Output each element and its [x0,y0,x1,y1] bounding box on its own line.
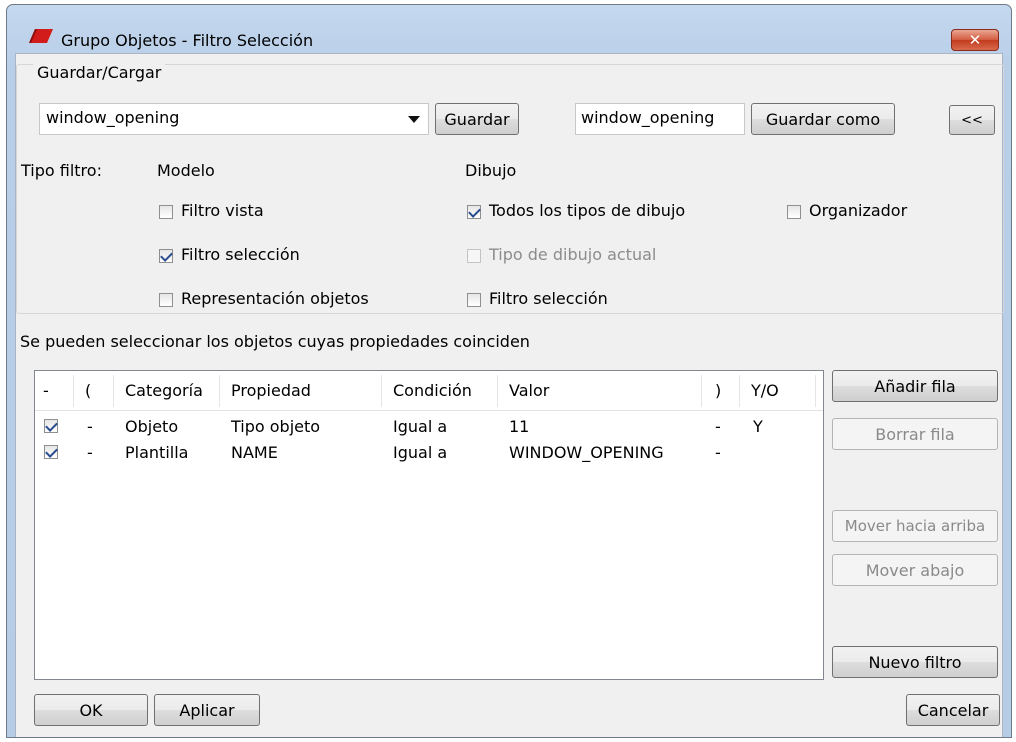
drawing-selection-filter-label: Filtro selección [489,289,608,308]
row-checkbox[interactable] [44,445,58,459]
filter-type-label: Tipo filtro: [21,161,102,180]
cell-property: NAME [231,443,278,462]
view-filter-checkbox[interactable] [159,205,173,219]
all-drawing-types-label: Todos los tipos de dibujo [489,201,686,220]
group-legend: Guardar/Cargar [33,63,166,82]
save-button[interactable]: Guardar [435,103,519,135]
move-up-button[interactable]: Mover hacia arriba [832,510,998,542]
column-header[interactable]: - [43,381,49,400]
app-logo-icon [29,29,53,43]
dialog-body: Guardar/Cargar window_opening Guardar wi… [15,53,1004,737]
cell-and-or: Y [753,417,763,436]
saved-filter-combo[interactable]: window_opening [39,103,429,135]
cell-category: Objeto [125,417,179,436]
save-load-group: Guardar/Cargar window_opening Guardar wi… [16,63,1004,314]
selection-filter-label: Filtro selección [181,245,300,264]
cell-close: - [715,417,721,436]
column-header[interactable]: Valor [509,381,549,400]
column-header[interactable]: ( [85,381,91,400]
table-row[interactable]: - Plantilla NAME Igual a WINDOW_OPENING … [35,441,823,467]
selection-filter-checkbox[interactable] [159,249,173,263]
dialog-window: Grupo Objetos - Filtro Selección ✕ Guard… [6,4,1012,738]
object-representation-label: Representación objetos [181,289,369,308]
collapse-button[interactable]: << [949,105,995,135]
column-header[interactable]: Propiedad [231,381,311,400]
save-as-button[interactable]: Guardar como [751,103,895,135]
column-header[interactable]: Y/O [751,381,779,400]
row-checkbox[interactable] [44,419,58,433]
organizer-label: Organizador [809,201,908,220]
rules-caption: Se pueden seleccionar los objetos cuyas … [20,332,530,351]
cell-close: - [715,443,721,462]
add-row-button[interactable]: Añadir fila [832,370,998,402]
current-drawing-type-checkbox[interactable] [467,249,481,263]
close-icon: ✕ [968,31,982,49]
delete-row-button[interactable]: Borrar fila [832,418,998,450]
cell-open: - [87,443,93,462]
combo-value: window_opening [46,108,180,127]
new-filter-button[interactable]: Nuevo filtro [832,646,998,678]
cell-property: Tipo objeto [231,417,321,436]
model-heading: Modelo [157,161,215,180]
column-header[interactable]: Condición [393,381,472,400]
cell-value: 11 [509,417,530,436]
view-filter-label: Filtro vista [181,201,264,220]
object-representation-checkbox[interactable] [159,293,173,307]
cell-condition: Igual a [393,417,448,436]
cancel-button[interactable]: Cancelar [906,694,1000,726]
apply-button[interactable]: Aplicar [154,694,260,726]
drawing-selection-filter-checkbox[interactable] [467,293,481,307]
filter-name-field[interactable]: window_opening [575,103,745,135]
close-button[interactable]: ✕ [951,29,999,51]
all-drawing-types-checkbox[interactable] [467,205,481,219]
window-title: Grupo Objetos - Filtro Selección [61,31,314,50]
rules-table[interactable]: - ( Categoría Propiedad Condición Valor … [34,370,824,680]
cell-category: Plantilla [125,443,189,462]
table-header: - ( Categoría Propiedad Condición Valor … [35,371,823,411]
organizer-checkbox[interactable] [787,205,801,219]
table-row[interactable]: - Objeto Tipo objeto Igual a 11 - Y [35,415,823,441]
cell-value: WINDOW_OPENING [509,443,664,462]
move-down-button[interactable]: Mover abajo [832,554,998,586]
column-header[interactable]: Categoría [125,381,203,400]
drawing-heading: Dibujo [465,161,517,180]
cell-condition: Igual a [393,443,448,462]
chevron-down-icon [408,116,420,123]
column-header[interactable]: ) [715,381,721,400]
cell-open: - [87,417,93,436]
title-bar: Grupo Objetos - Filtro Selección ✕ [7,5,1011,51]
ok-button[interactable]: OK [34,694,148,726]
current-drawing-type-label: Tipo de dibujo actual [489,245,657,264]
